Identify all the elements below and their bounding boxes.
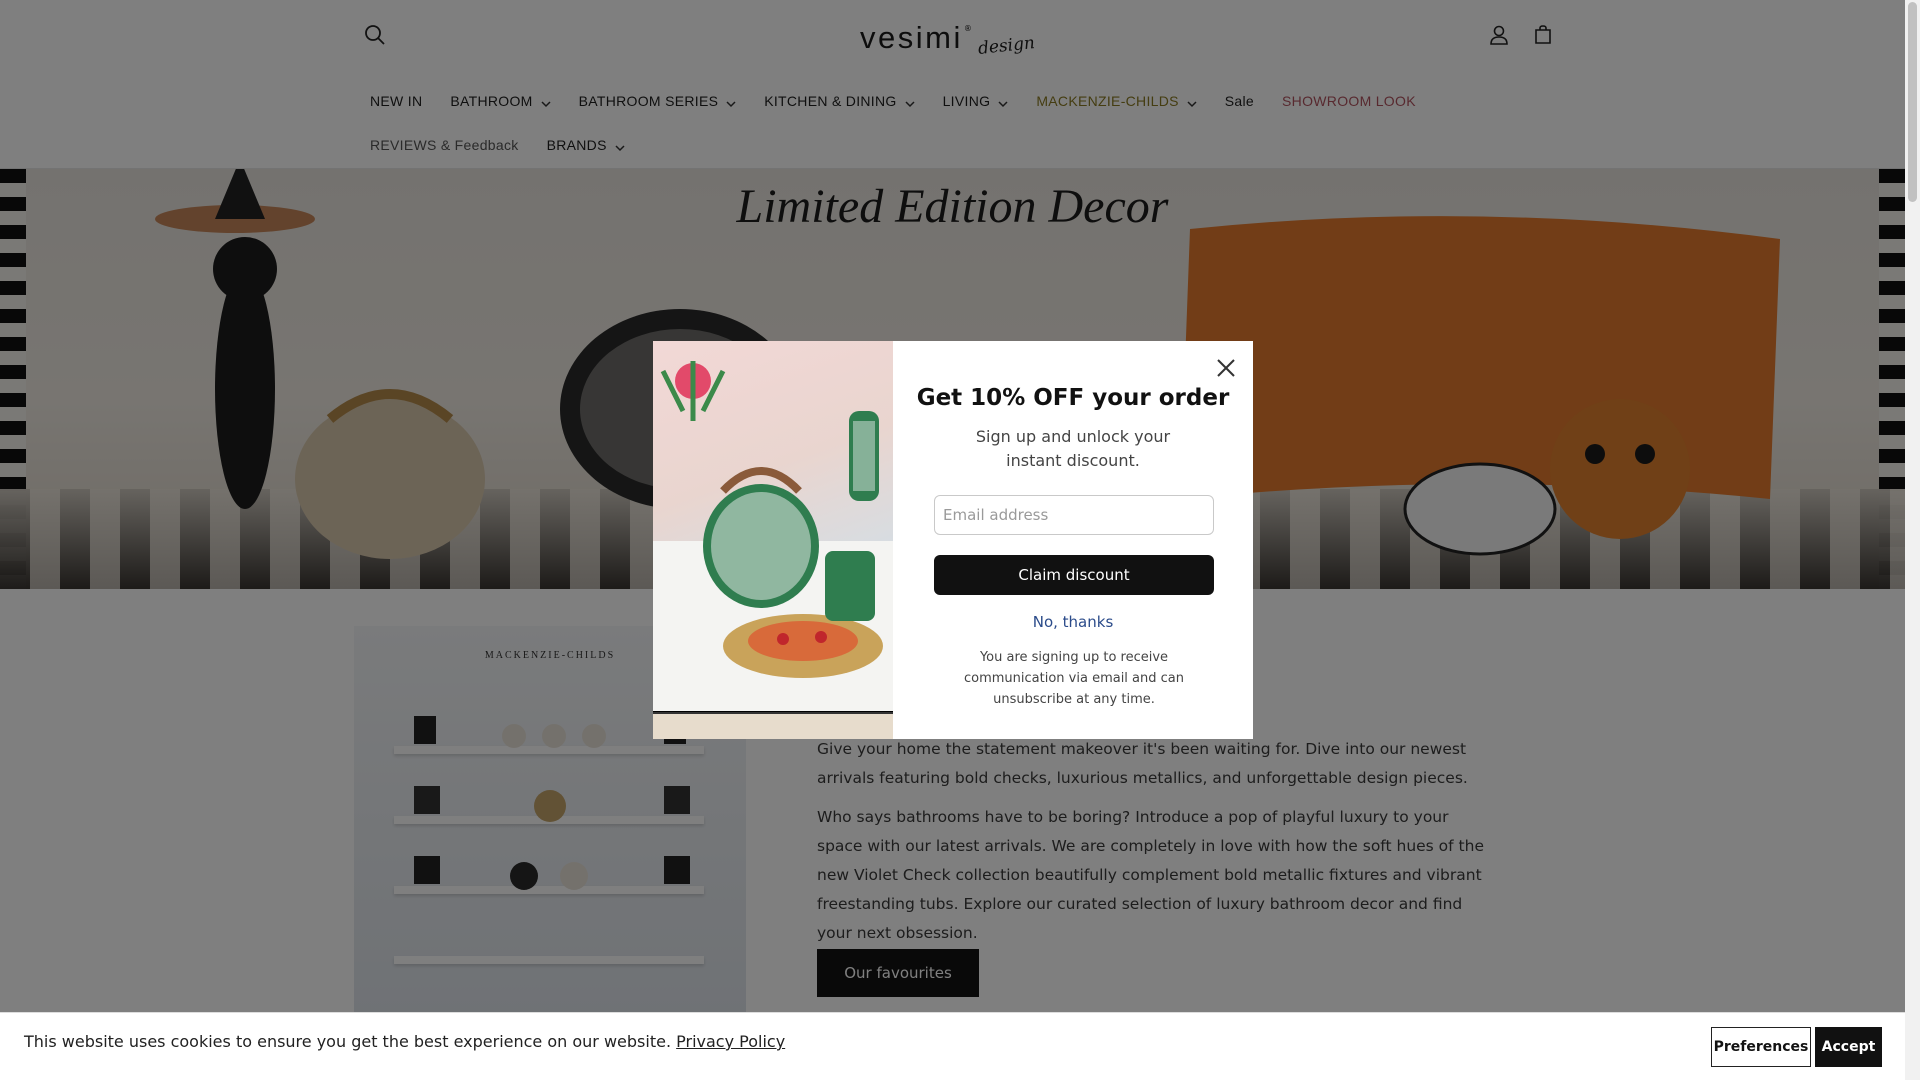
cookie-text: This website uses cookies to ensure you … [24, 1032, 672, 1051]
cookie-message: This website uses cookies to ensure you … [24, 1032, 785, 1051]
popup-body: Get 10% OFF your order Sign up and unloc… [893, 341, 1253, 739]
popup-title: Get 10% OFF your order [916, 385, 1230, 411]
popup-subtitle: Sign up and unlock your instant discount… [975, 427, 1171, 470]
privacy-policy-link[interactable]: Privacy Policy [676, 1032, 785, 1051]
popup-legal-text: You are signing up to receive communicat… [964, 650, 1184, 707]
scrollbar-thumb[interactable] [1908, 2, 1917, 202]
no-thanks-link[interactable]: No, thanks [893, 613, 1253, 631]
discount-popup: Get 10% OFF your order Sign up and unloc… [653, 341, 1253, 739]
claim-discount-button[interactable]: Claim discount [934, 555, 1214, 595]
cookie-accept-button[interactable]: Accept [1815, 1027, 1882, 1067]
popup-kettle-image [653, 341, 893, 739]
close-icon[interactable] [1209, 351, 1243, 385]
cookie-banner: This website uses cookies to ensure you … [0, 1012, 1905, 1080]
cookie-preferences-button[interactable]: Preferences [1711, 1027, 1811, 1067]
email-field[interactable] [934, 495, 1214, 535]
page-scrollbar[interactable] [1905, 0, 1920, 1080]
